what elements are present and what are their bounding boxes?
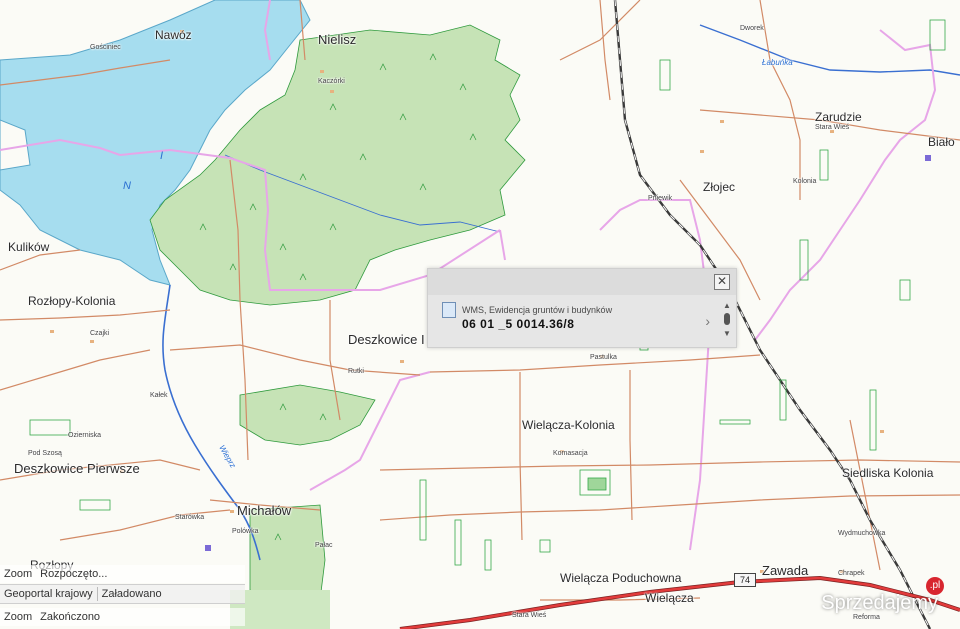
place-pod-szosa: Pod Szosą [28,450,62,457]
place-pniewik: Pniewik [648,195,673,202]
place-rutki: Rutki [348,368,364,375]
place-rozlopy-kolonia: Rozłopy-Kolonia [28,294,116,308]
place-michalow: Michałów [237,503,292,518]
lake-letter-n: N [123,180,131,192]
feature-info-popup: ✕ WMS, Ewidencja gruntów i budynków 06 0… [427,268,737,348]
status-row-zoom-end: Zoom Zakończono [0,608,245,626]
road-number-shield: 74 [734,573,756,587]
place-komasacja: Komasacja [553,450,588,457]
scroll-down-icon[interactable]: ▼ [723,329,731,338]
place-zlojec: Złojec [703,180,736,194]
parcel-id: 06 01 _5 0014.36/8 [462,317,575,331]
place-ozierniska: Ozierniska [68,432,102,439]
place-gosciniec: Gościniec [90,44,121,51]
place-kolonia: Kolonia [793,178,817,185]
place-zawada: Zawada [762,563,809,578]
layer-info-icon [442,302,456,318]
popup-scrollbar[interactable]: ▲ ▼ [722,301,732,341]
place-kulikow: Kulików [8,240,50,254]
scroll-up-icon[interactable]: ▲ [723,301,731,310]
place-czajki: Czajki [90,330,110,337]
lake-letter-i: I [160,150,164,162]
scroll-thumb[interactable] [724,313,730,325]
status-label: Geoportal krajowy [4,588,93,600]
place-wielacza-poduchowna: Wielącza Poduchowna [560,571,682,585]
forest-south [239,384,376,446]
place-stara-wies: Stara Wieś [815,124,850,131]
status-value: Rozpoczęto... [40,568,108,580]
place-zarudzie: Zarudzie [815,110,862,124]
status-value: Zakończono [40,611,101,623]
place-deszkowice-pierwsze: Deszkowice Pierwsze [14,461,140,476]
place-nielisz: Nielisz [318,32,357,47]
status-value: Załadowano [101,588,162,600]
place-dworek: Dworek [740,25,764,32]
place-wydmuchowka: Wydmuchowka [838,530,886,537]
popup-layer-label: WMS, Ewidencja gruntów i budynków [462,305,613,315]
place-kaczorki: Kaczórki [318,78,345,85]
place-siedliska-kolonia: Siedliska Kolonia [842,466,934,480]
place-reforma: Reforma [853,614,880,621]
watermark-badge: .pl [926,577,944,595]
place-chrapek: Chrapek [838,570,865,577]
popup-body: WMS, Ewidencja gruntów i budynków 06 01 … [434,299,716,339]
place-stara-wies-south: Stara Wieś [512,612,547,619]
chevron-right-icon[interactable]: › [705,313,710,329]
river-label-labunka: Łabuńka [762,58,793,67]
status-label: Zoom [4,568,33,580]
status-row-zoom-start: Zoom Rozpoczęto... [0,565,245,583]
place-polowka: Polówka [232,528,259,535]
status-label: Zoom [4,611,33,623]
place-wielacza: Wielącza [645,591,694,605]
map-view[interactable]: Nawóz Gościniec Nielisz Kaczórki Dworek … [0,0,960,629]
place-pastulka: Pastulka [590,354,617,361]
place-palac: Pałac [315,542,333,549]
watermark-text: Sprzedajemy [821,592,938,614]
river-labunka [699,24,960,76]
popup-title-bar: ✕ [428,269,736,295]
close-icon[interactable]: ✕ [714,274,730,290]
place-kalek: Kałek [150,392,168,399]
status-row-source: Geoportal krajowy Załadowano [0,584,245,604]
place-bialo: Biało [928,135,955,149]
place-wielacza-kolonia: Wielącza-Kolonia [522,418,615,432]
place-deszkowice: Deszkowice I [348,332,425,347]
place-starowka: Starówka [175,514,205,521]
place-nawoz: Nawóz [155,28,192,42]
